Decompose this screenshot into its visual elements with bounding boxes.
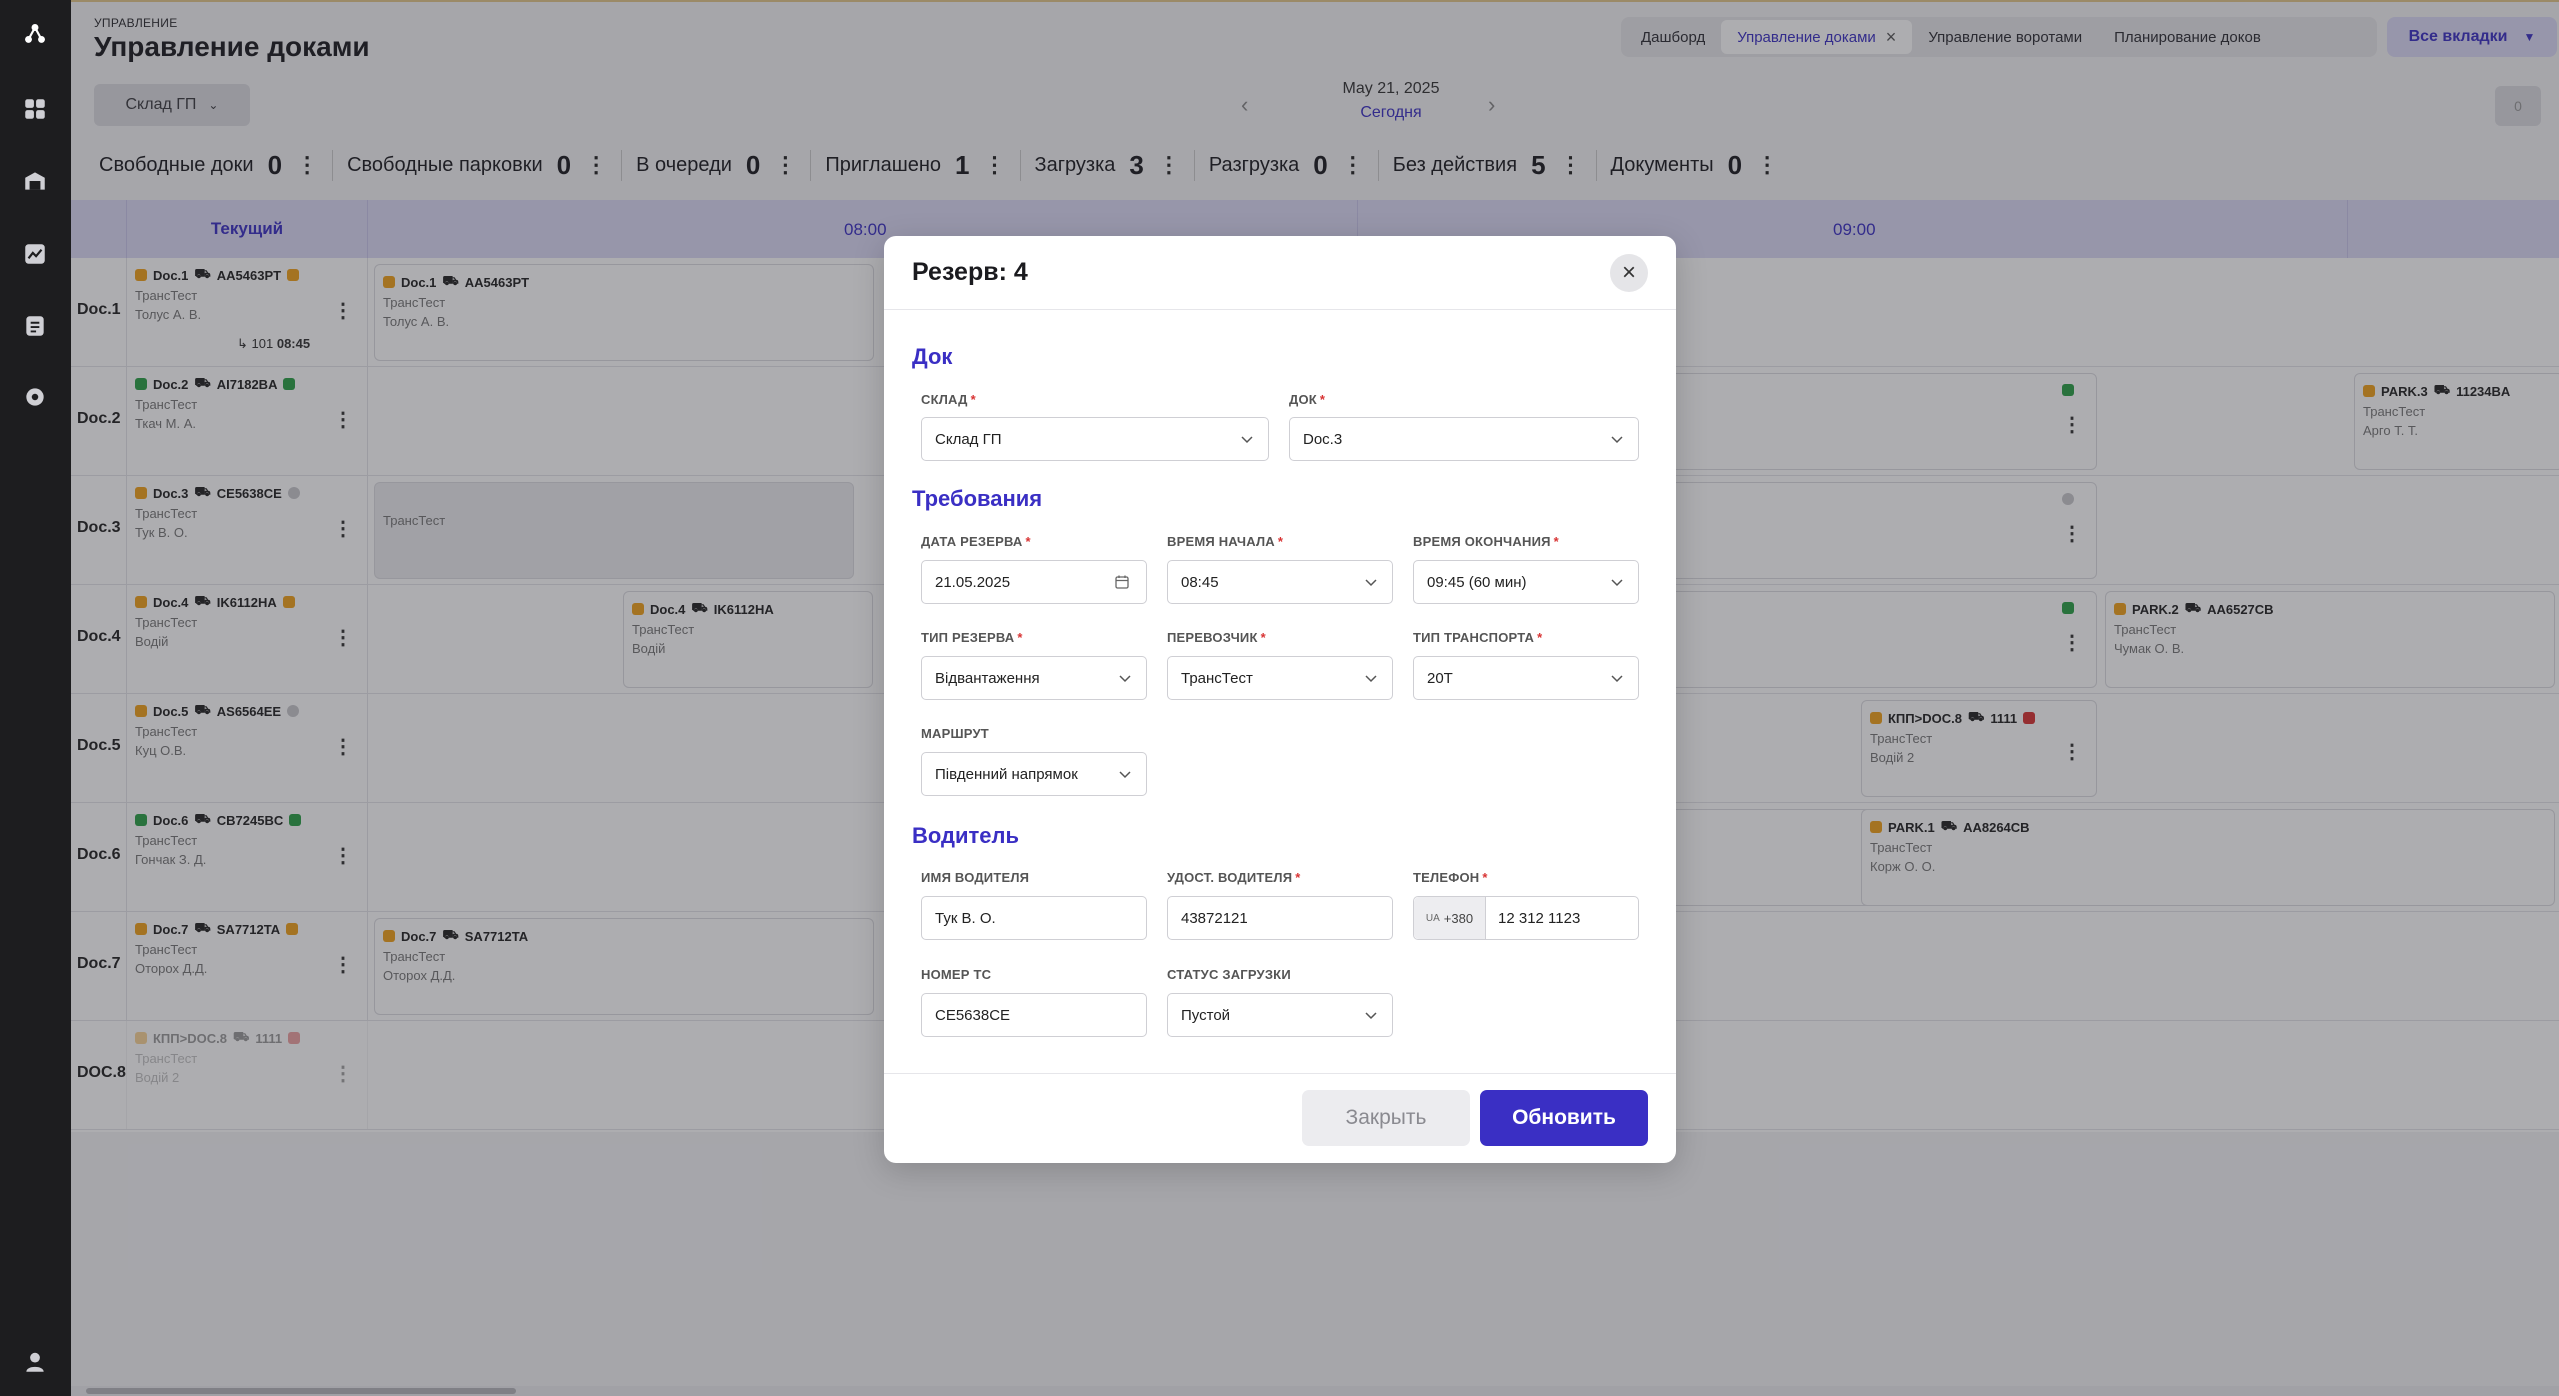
load-status-select[interactable]: Пустой xyxy=(1167,993,1393,1037)
select-value: 09:45 (60 мин) xyxy=(1427,573,1527,591)
phone-label: ТЕЛЕФОН * xyxy=(1413,870,1488,885)
required-mark: * xyxy=(1017,630,1023,645)
carrier-label: ПЕРЕВОЗЧИК * xyxy=(1167,630,1266,645)
chevron-down-icon xyxy=(1365,1012,1377,1020)
label-text: ПЕРЕВОЗЧИК xyxy=(1167,630,1258,645)
label-text: МАРШРУТ xyxy=(921,726,989,741)
dock-label: ДОК * xyxy=(1289,392,1325,407)
field-value: 21.05.2025 xyxy=(935,573,1011,591)
chevron-down-icon xyxy=(1611,436,1623,444)
modal-title: Резерв: 4 xyxy=(912,258,1028,286)
section-requirements: Требования xyxy=(912,486,1043,511)
load-status-label: СТАТУС ЗАГРУЗКИ xyxy=(1167,967,1291,982)
select-value: ТрансТест xyxy=(1181,669,1253,687)
license-field[interactable]: 43872121 xyxy=(1167,896,1393,940)
select-value: Склад ГП xyxy=(935,430,1002,448)
select-value: 08:45 xyxy=(1181,573,1219,591)
select-value: Doc.3 xyxy=(1303,430,1343,448)
label-text: ВРЕМЯ НАЧАЛА xyxy=(1167,534,1275,549)
country-code: UA xyxy=(1425,912,1440,924)
dashboard-icon[interactable] xyxy=(21,95,49,123)
label-text: ВРЕМЯ ОКОНЧАНИЯ xyxy=(1413,534,1551,549)
modal-header: Резерв: 4 × xyxy=(884,236,1676,310)
field-value: 43872121 xyxy=(1181,909,1248,927)
field-value: Тук В. О. xyxy=(935,909,996,927)
label-text: УДОСТ. ВОДИТЕЛЯ xyxy=(1167,870,1293,885)
required-mark: * xyxy=(1537,630,1543,645)
reservation-date-field[interactable]: 21.05.2025 xyxy=(921,560,1147,604)
chevron-down-icon xyxy=(1119,771,1131,779)
chevron-down-icon xyxy=(1365,675,1377,683)
phone-country-select[interactable]: UA +380 xyxy=(1414,897,1486,939)
end-time-select[interactable]: 09:45 (60 мин) xyxy=(1413,560,1639,604)
documents-icon[interactable] xyxy=(21,312,49,340)
warehouse-icon[interactable] xyxy=(21,167,49,195)
required-mark: * xyxy=(1295,870,1301,885)
sidebar xyxy=(0,0,71,1396)
start-time-label: ВРЕМЯ НАЧАЛА * xyxy=(1167,534,1283,549)
logo-icon[interactable] xyxy=(21,20,49,48)
required-mark: * xyxy=(1482,870,1488,885)
transport-type-label: ТИП ТРАНСПОРТА * xyxy=(1413,630,1542,645)
warehouse-label: СКЛАД * xyxy=(921,392,976,407)
dock-select[interactable]: Doc.3 xyxy=(1289,417,1639,461)
label-text: ТИП ТРАНСПОРТА xyxy=(1413,630,1535,645)
section-dock: Док xyxy=(912,344,953,369)
label-text: НОМЕР ТС xyxy=(921,967,992,982)
vehicle-number-label: НОМЕР ТС xyxy=(921,967,991,982)
required-mark: * xyxy=(1260,630,1266,645)
close-icon[interactable]: × xyxy=(1610,254,1648,292)
driver-name-field[interactable]: Тук В. О. xyxy=(921,896,1147,940)
field-value: CE5638CE xyxy=(935,1006,1011,1024)
close-button[interactable]: Закрыть xyxy=(1302,1090,1470,1146)
label-text: ИМЯ ВОДИТЕЛЯ xyxy=(921,870,1030,885)
select-value: Південний напрямок xyxy=(935,765,1078,783)
label-text: ДОК xyxy=(1289,392,1317,407)
chevron-down-icon xyxy=(1241,436,1253,444)
vehicle-number-field[interactable]: CE5638CE xyxy=(921,993,1147,1037)
select-value: 20Т xyxy=(1427,669,1453,687)
end-time-label: ВРЕМЯ ОКОНЧАНИЯ * xyxy=(1413,534,1559,549)
chevron-down-icon xyxy=(1611,579,1623,587)
required-mark: * xyxy=(1553,534,1559,549)
calendar-icon[interactable] xyxy=(1114,574,1130,590)
route-label: МАРШРУТ xyxy=(921,726,989,741)
required-mark: * xyxy=(1277,534,1284,549)
license-label: УДОСТ. ВОДИТЕЛЯ * xyxy=(1167,870,1301,885)
field-value: 12 312 1123 xyxy=(1498,909,1581,927)
label-text: СТАТУС ЗАГРУЗКИ xyxy=(1167,967,1291,982)
date-label: ДАТА РЕЗЕРВА * xyxy=(921,534,1031,549)
settings-icon[interactable] xyxy=(21,383,49,411)
required-mark: * xyxy=(1025,534,1031,549)
label-text: ТИП РЕЗЕРВА xyxy=(921,630,1015,645)
reservation-modal: Резерв: 4 × Док СКЛАД * Склад ГП ДОК * Doc… xyxy=(884,236,1676,1163)
reservation-type-select[interactable]: Відвантаження xyxy=(921,656,1147,700)
label-text: ТЕЛЕФОН xyxy=(1413,870,1480,885)
route-select[interactable]: Південний напрямок xyxy=(921,752,1147,796)
phone-prefix: +380 xyxy=(1443,910,1474,926)
reservation-type-label: ТИП РЕЗЕРВА * xyxy=(921,630,1023,645)
transport-type-select[interactable]: 20Т xyxy=(1413,656,1639,700)
warehouse-select[interactable]: Склад ГП xyxy=(921,417,1269,461)
required-mark: * xyxy=(1319,392,1326,407)
update-button[interactable]: Обновить xyxy=(1480,1090,1648,1146)
modal-footer: Закрыть Обновить xyxy=(884,1073,1676,1163)
chevron-down-icon xyxy=(1119,675,1131,683)
chevron-down-icon xyxy=(1611,675,1623,683)
start-time-select[interactable]: 08:45 xyxy=(1167,560,1393,604)
user-icon[interactable] xyxy=(21,1348,49,1376)
chevron-down-icon xyxy=(1365,579,1377,587)
carrier-select[interactable]: ТрансТест xyxy=(1167,656,1393,700)
label-text: СКЛАД xyxy=(921,392,968,407)
analytics-icon[interactable] xyxy=(21,240,49,268)
phone-field[interactable]: UA +380 12 312 1123 xyxy=(1413,896,1639,940)
section-driver: Водитель xyxy=(912,823,1020,848)
select-value: Відвантаження xyxy=(935,669,1040,687)
driver-name-label: ИМЯ ВОДИТЕЛЯ xyxy=(921,870,1029,885)
label-text: ДАТА РЕЗЕРВА xyxy=(921,534,1023,549)
select-value: Пустой xyxy=(1181,1006,1231,1024)
required-mark: * xyxy=(970,392,976,407)
